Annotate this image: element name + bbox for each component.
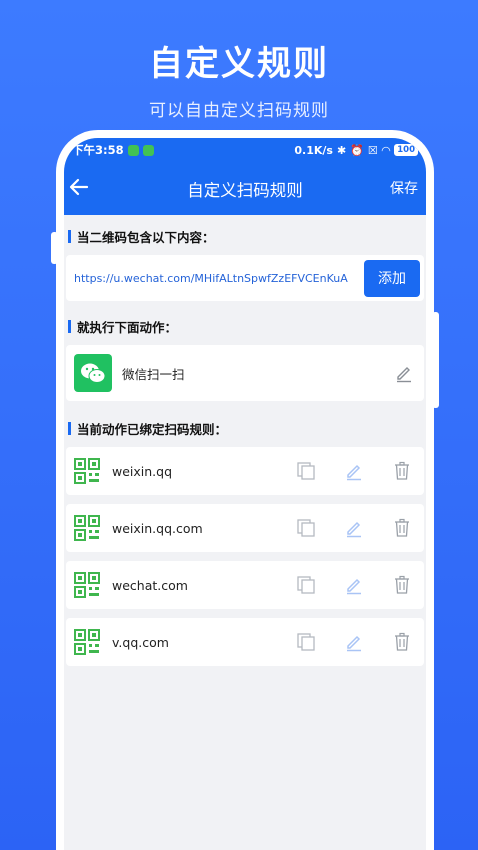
section-execute-action: 就执行下面动作： xyxy=(64,313,426,339)
edit-icon[interactable] xyxy=(344,461,364,481)
qr-content-input-card: https://u.wechat.com/MHifALtnSpwfZzEFVCE… xyxy=(66,255,424,301)
section-label: 当二维码包含以下内容： xyxy=(77,229,215,245)
bluetooth-icon: ✱ xyxy=(336,143,347,157)
status-right: 0.1K/s ✱ ⏰ ☒ ◠ 100 xyxy=(294,144,418,157)
rules-list: weixin.qq weixin.qq.com wechat.com v.qq.… xyxy=(64,447,426,666)
edit-icon[interactable] xyxy=(344,632,364,652)
nav-bar: 自定义扫码规则 保存 xyxy=(64,162,426,215)
rule-row: weixin.qq.com xyxy=(66,504,424,552)
rule-name: weixin.qq.com xyxy=(112,520,203,536)
promo-title: 自定义规则 xyxy=(149,44,329,84)
promo-subtitle: 可以自由定义扫码规则 xyxy=(149,101,329,121)
section-marker xyxy=(68,229,71,243)
section-label: 当前动作已绑定扫码规则： xyxy=(77,421,228,437)
edit-icon[interactable] xyxy=(344,518,364,538)
delete-icon[interactable] xyxy=(392,461,412,481)
wifi-icon: ◠ xyxy=(381,143,391,157)
edit-icon[interactable] xyxy=(344,575,364,595)
alarm-icon: ⏰ xyxy=(350,143,364,157)
copy-icon[interactable] xyxy=(296,461,316,481)
edit-action-icon[interactable] xyxy=(394,363,414,383)
qr-content-input[interactable]: https://u.wechat.com/MHifALtnSpwfZzEFVCE… xyxy=(74,272,352,285)
status-time: 下午3:58 xyxy=(72,143,124,157)
delete-icon[interactable] xyxy=(392,518,412,538)
copy-icon[interactable] xyxy=(296,518,316,538)
wechat-logo-icon xyxy=(74,354,112,392)
rule-row: v.qq.com xyxy=(66,618,424,666)
sim-icon: ☒ xyxy=(367,143,378,157)
app-header: 下午3:58 0.1K/s ✱ ⏰ ☒ ◠ 100 自定义扫码规则 保存 xyxy=(64,138,426,215)
section-qr-contains: 当二维码包含以下内容： xyxy=(64,223,426,249)
rule-row: wechat.com xyxy=(66,561,424,609)
phone-frame: 下午3:58 0.1K/s ✱ ⏰ ☒ ◠ 100 自定义扫码规则 保存 当二维… xyxy=(56,130,434,850)
rule-actions xyxy=(296,461,412,481)
rule-name: wechat.com xyxy=(112,577,188,593)
rule-actions xyxy=(296,632,412,652)
status-bar: 下午3:58 0.1K/s ✱ ⏰ ☒ ◠ 100 xyxy=(64,138,426,162)
section-label: 就执行下面动作： xyxy=(77,319,178,335)
rule-row: weixin.qq xyxy=(66,447,424,495)
back-arrow-icon[interactable] xyxy=(67,175,91,199)
section-marker xyxy=(68,421,71,435)
copy-icon[interactable] xyxy=(296,632,316,652)
notification-icon xyxy=(142,144,154,156)
rule-actions xyxy=(296,518,412,538)
qr-code-icon xyxy=(74,572,100,598)
notification-icon xyxy=(127,144,139,156)
action-name: 微信扫一扫 xyxy=(122,366,185,382)
rule-name: weixin.qq xyxy=(112,463,173,479)
section-bound-rules: 当前动作已绑定扫码规则： xyxy=(64,415,426,441)
main-content: 当二维码包含以下内容： https://u.wechat.com/MHifALt… xyxy=(64,223,426,666)
action-card[interactable]: 微信扫一扫 xyxy=(66,345,424,401)
copy-icon[interactable] xyxy=(296,575,316,595)
qr-code-icon xyxy=(74,515,100,541)
battery-icon: 100 xyxy=(394,144,418,156)
delete-icon[interactable] xyxy=(392,575,412,595)
save-button[interactable]: 保存 xyxy=(390,178,418,198)
network-speed: 0.1K/s xyxy=(294,143,333,157)
rule-name: v.qq.com xyxy=(112,634,169,650)
qr-code-icon xyxy=(74,629,100,655)
qr-code-icon xyxy=(74,458,100,484)
section-marker xyxy=(68,319,71,333)
page-title: 自定义扫码规则 xyxy=(187,180,303,200)
rule-actions xyxy=(296,575,412,595)
add-button[interactable]: 添加 xyxy=(364,259,420,297)
delete-icon[interactable] xyxy=(392,632,412,652)
